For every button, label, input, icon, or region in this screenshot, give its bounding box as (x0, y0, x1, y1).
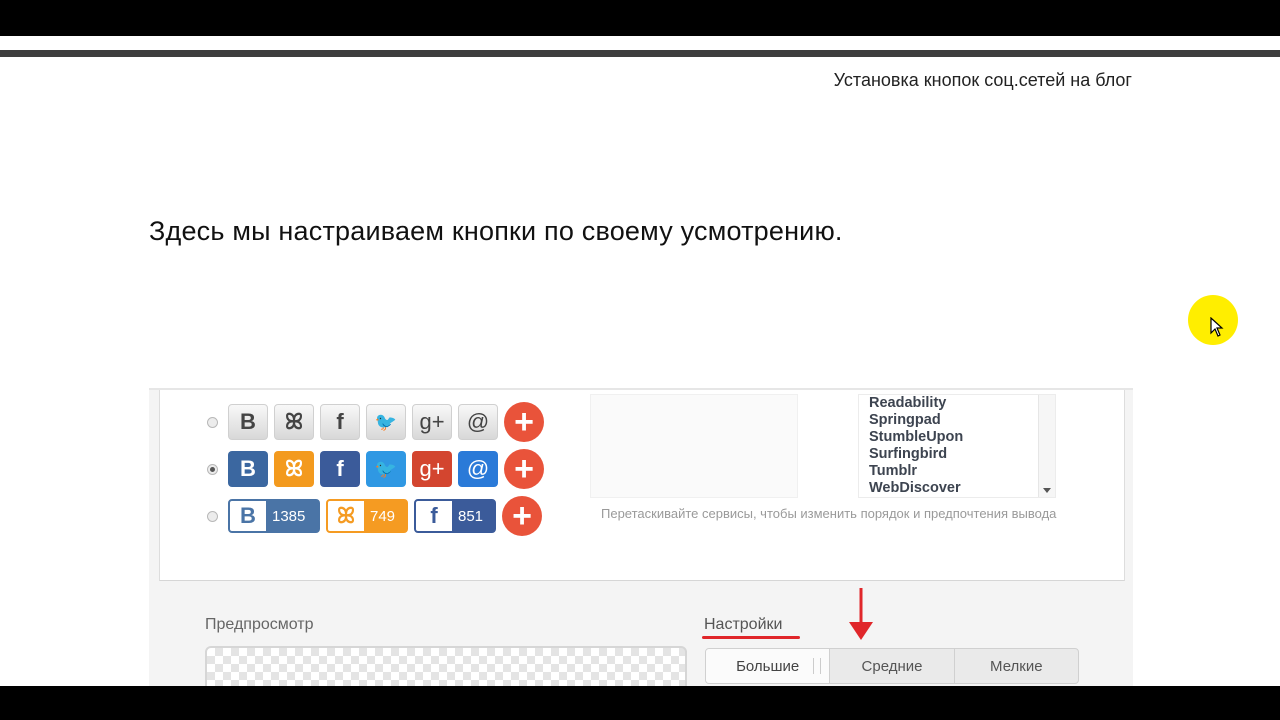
screenshot-panel: B ꕤ f 🐦 g+ @ + B ꕤ f 🐦 g+ @ + B 1385 ꕤ 7… (149, 388, 1133, 688)
style-radio-color[interactable] (207, 463, 218, 475)
list-item[interactable]: StumbleUpon (859, 429, 1055, 446)
style-row-color[interactable]: B ꕤ f 🐦 g+ @ + (207, 449, 544, 489)
size-option-medium[interactable]: Средние (830, 649, 955, 683)
list-item[interactable]: Surfingbird (859, 446, 1055, 463)
button-style-area: B ꕤ f 🐦 g+ @ + B ꕤ f 🐦 g+ @ + B 1385 ꕤ 7… (159, 390, 1125, 581)
mail-icon: @ (458, 404, 498, 440)
facebook-icon: f (416, 501, 452, 531)
drag-hint-text: Перетаскивайте сервисы, чтобы изменить п… (601, 506, 1057, 521)
vk-icon: B (230, 501, 266, 531)
style-row-counters[interactable]: B 1385 ꕤ 749 f 851 + (207, 496, 542, 536)
google-plus-icon: g+ (412, 404, 452, 440)
mail-icon: @ (458, 451, 498, 487)
annotation-arrow-icon (849, 588, 873, 640)
vk-icon: B (228, 404, 268, 440)
size-option-large[interactable]: Большие (706, 649, 831, 683)
add-service-button[interactable]: + (504, 402, 544, 442)
style-radio-flat[interactable] (207, 416, 218, 428)
style-row-flat[interactable]: B ꕤ f 🐦 g+ @ + (207, 402, 544, 442)
preview-area (205, 646, 687, 688)
button-size-selector[interactable]: Большие Средние Мелкие (705, 648, 1079, 684)
video-letterbox-bottom (0, 686, 1280, 720)
facebook-count: 851 (458, 507, 484, 525)
list-item[interactable]: WebDiscover (859, 480, 1055, 497)
odnoklassniki-icon: ꕤ (328, 501, 364, 531)
style-radio-counters[interactable] (207, 510, 218, 522)
services-list-scrollbar[interactable] (1038, 395, 1055, 497)
settings-annotation-underline (702, 636, 800, 639)
slide-title: Установка кнопок соц.сетей на блог (833, 70, 1132, 90)
video-letterbox-top (0, 0, 1280, 36)
odnoklassniki-counter-button: ꕤ 749 (326, 499, 408, 533)
add-service-button[interactable]: + (504, 449, 544, 489)
vk-counter-button: B 1385 (228, 499, 320, 533)
vk-icon: B (228, 451, 268, 487)
facebook-icon: f (320, 404, 360, 440)
size-option-small[interactable]: Мелкие (955, 649, 1078, 683)
slide-text: Здесь мы настраиваем кнопки по своему ус… (149, 216, 843, 246)
twitter-icon: 🐦 (366, 404, 406, 440)
add-service-button[interactable]: + (502, 496, 542, 536)
google-plus-icon: g+ (412, 451, 452, 487)
list-item[interactable]: Tumblr (859, 463, 1055, 480)
odnoklassniki-count: 749 (370, 507, 396, 525)
mouse-cursor-icon (1210, 317, 1224, 337)
odnoklassniki-icon: ꕤ (274, 451, 314, 487)
list-item[interactable]: Springpad (859, 412, 1055, 429)
vk-count: 1385 (272, 507, 306, 525)
slide-header-rule (0, 50, 1280, 57)
list-item[interactable]: Readability (859, 395, 1055, 412)
odnoklassniki-icon: ꕤ (274, 404, 314, 440)
facebook-counter-button: f 851 (414, 499, 496, 533)
twitter-icon: 🐦 (366, 451, 406, 487)
selected-services-drop-area[interactable] (590, 394, 798, 498)
scroll-down-arrow-icon[interactable] (1043, 488, 1051, 493)
settings-tab[interactable]: Настройки (704, 616, 782, 634)
preview-label: Предпросмотр (205, 616, 314, 633)
facebook-icon: f (320, 451, 360, 487)
services-list[interactable]: Readability Springpad StumbleUpon Surfin… (858, 394, 1056, 498)
